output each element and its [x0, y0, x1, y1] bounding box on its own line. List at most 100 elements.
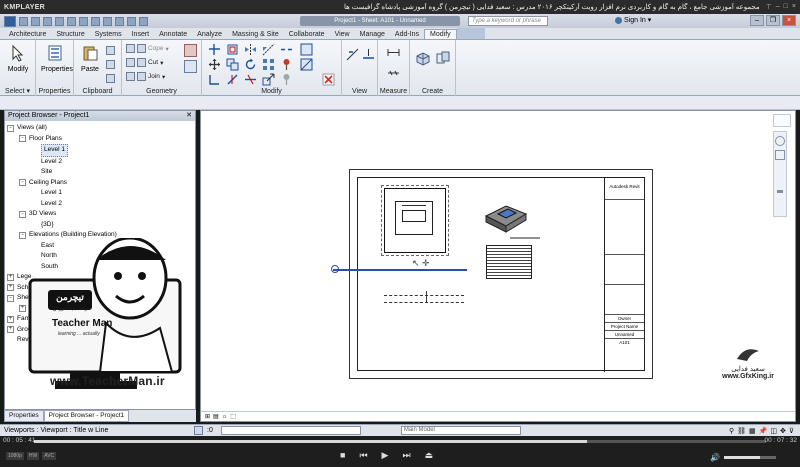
model-combo[interactable]: Main Model: [400, 426, 521, 435]
collapse-icon[interactable]: -: [19, 210, 26, 218]
save-icon[interactable]: [31, 16, 40, 26]
pin-icon[interactable]: ⊤: [766, 3, 772, 11]
tab-contextual-toggle[interactable]: [456, 28, 485, 39]
text-icon[interactable]: [91, 16, 100, 26]
steering-wheel-icon[interactable]: [775, 136, 785, 146]
modify-button[interactable]: Modify: [4, 44, 32, 73]
open-icon[interactable]: [19, 16, 28, 26]
tab-systems[interactable]: Systems: [90, 30, 127, 39]
modify-extra-1-icon[interactable]: [300, 43, 313, 56]
search-input[interactable]: Type a keyword or phrase: [468, 16, 548, 26]
match-icon[interactable]: [106, 74, 115, 83]
cut-button[interactable]: Cut ▾: [126, 58, 163, 67]
stop-icon[interactable]: ■: [340, 450, 345, 461]
split-face-icon[interactable]: [184, 60, 197, 73]
tab-massing-site[interactable]: Massing & Site: [227, 30, 284, 39]
select-pinned-icon[interactable]: 📌: [759, 427, 768, 435]
view-tool-icon[interactable]: [346, 48, 359, 61]
collapse-icon[interactable]: -: [7, 294, 14, 302]
expand-icon[interactable]: +: [7, 315, 14, 323]
tab-modify[interactable]: Modify: [424, 29, 457, 39]
tab-architecture[interactable]: Architecture: [4, 30, 51, 39]
tree-item[interactable]: Level 2: [7, 157, 195, 168]
tab-add-ins[interactable]: Add-Ins: [390, 30, 424, 39]
3d-view-icon[interactable]: [103, 16, 112, 26]
tab-properties[interactable]: Properties: [4, 410, 44, 422]
tab-collaborate[interactable]: Collaborate: [284, 30, 330, 39]
modify-extra-2-icon[interactable]: [300, 58, 313, 71]
measure-tool-icon[interactable]: [387, 46, 400, 59]
rotate-icon[interactable]: [244, 58, 257, 71]
close-hidden-icon[interactable]: [139, 16, 148, 26]
view-tool-2-icon[interactable]: [362, 48, 375, 61]
select-face-icon[interactable]: ◫: [770, 427, 777, 435]
dimension-icon[interactable]: [387, 64, 400, 77]
copy-icon[interactable]: [226, 58, 239, 71]
tab-structure[interactable]: Structure: [51, 30, 89, 39]
tree-item[interactable]: -3D Views: [7, 209, 195, 220]
close-button[interactable]: ×: [782, 15, 796, 26]
section-icon[interactable]: [115, 16, 124, 26]
minimize-button[interactable]: –: [750, 15, 764, 26]
offset-icon[interactable]: [226, 43, 239, 56]
move-icon[interactable]: [208, 58, 221, 71]
measure-icon[interactable]: [79, 16, 88, 26]
collapse-icon[interactable]: -: [7, 124, 14, 132]
split-icon[interactable]: [244, 73, 257, 86]
sign-in-button[interactable]: Sign In ▾: [615, 16, 651, 24]
delete-icon[interactable]: [322, 73, 335, 86]
tree-item[interactable]: {3D}: [7, 220, 195, 231]
navbar-options-icon[interactable]: [777, 190, 783, 193]
tab-view[interactable]: View: [330, 30, 355, 39]
properties-button[interactable]: Properties: [41, 44, 73, 73]
tab-insert[interactable]: Insert: [127, 30, 155, 39]
tree-item[interactable]: - Ceiling Plans: [7, 178, 195, 189]
crop-icon[interactable]: ⬚: [230, 413, 236, 420]
seek-bar[interactable]: [34, 440, 766, 443]
workset-combo[interactable]: [220, 426, 361, 435]
redo-icon[interactable]: [55, 16, 64, 26]
volume-icon[interactable]: 🔊: [710, 453, 720, 462]
expand-icon[interactable]: +: [7, 284, 14, 292]
pin-element-icon[interactable]: [280, 58, 293, 71]
expand-icon[interactable]: +: [7, 326, 14, 334]
tab-annotate[interactable]: Annotate: [154, 30, 192, 39]
zoom-icon[interactable]: [775, 150, 785, 160]
trim-icon[interactable]: [208, 73, 221, 86]
viewport-title-line[interactable]: [333, 269, 467, 271]
plan-viewport[interactable]: [381, 185, 449, 256]
select-underlay-icon[interactable]: ▦: [749, 427, 756, 435]
filter-icon[interactable]: ⊽: [789, 427, 794, 435]
split-gap-icon[interactable]: [280, 43, 293, 56]
unpin-icon[interactable]: [280, 73, 293, 86]
trim-extend-icon[interactable]: [226, 73, 239, 86]
3d-view-viewport[interactable]: [482, 198, 542, 242]
mirror-draw-icon[interactable]: [262, 43, 275, 56]
scale-icon[interactable]: [262, 73, 275, 86]
tab-manage[interactable]: Manage: [355, 30, 390, 39]
view-cube-icon[interactable]: [773, 114, 791, 127]
collapse-icon[interactable]: -: [19, 179, 26, 187]
tree-item[interactable]: - Views (all): [7, 123, 195, 134]
tree-item[interactable]: Site: [7, 167, 195, 178]
eject-icon[interactable]: ⏏: [425, 450, 434, 461]
paste-button[interactable]: Paste: [76, 44, 104, 73]
tab-analyze[interactable]: Analyze: [192, 30, 227, 39]
collapse-icon[interactable]: -: [19, 135, 26, 143]
join-button[interactable]: Join ▾: [126, 72, 165, 81]
copy-clip-icon[interactable]: [106, 60, 115, 69]
mirror-axis-icon[interactable]: [244, 43, 257, 56]
drawing-area[interactable]: ↖ ✛ Autodesk Revit Owner Project Name Un…: [200, 110, 796, 422]
thin-lines-icon[interactable]: [127, 16, 136, 26]
next-icon[interactable]: ⏭: [402, 450, 410, 461]
create-parts-icon[interactable]: [415, 50, 431, 66]
close-icon[interactable]: ×: [792, 3, 796, 11]
close-icon[interactable]: ✕: [186, 111, 192, 121]
cut-clip-icon[interactable]: [106, 46, 115, 55]
schedule-viewport[interactable]: [486, 245, 532, 279]
app-menu-icon[interactable]: [4, 15, 16, 27]
select-panel-label[interactable]: Select ▾: [0, 87, 35, 95]
tree-item[interactable]: Level 2: [7, 199, 195, 210]
tree-item[interactable]: Level 1: [7, 144, 195, 157]
sun-path-icon[interactable]: ☼: [222, 414, 228, 420]
